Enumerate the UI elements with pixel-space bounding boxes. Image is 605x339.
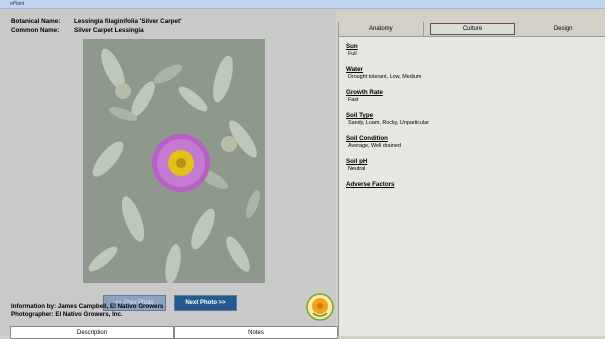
- credits: Information by: James Campbell, El Nativ…: [11, 303, 163, 319]
- plant-photo: [83, 39, 265, 283]
- soil-ph-field: Soil pH Neutral: [346, 158, 601, 173]
- water-field: Water Drought tolerant, Low, Medium: [346, 66, 601, 81]
- sun-label: Sun: [346, 43, 358, 50]
- plant-names: Botanical Name: Lessingia filaginifolia …: [11, 17, 182, 35]
- tab-description[interactable]: Description: [10, 326, 174, 339]
- plant-detail-panel: Botanical Name: Lessingia filaginifolia …: [0, 9, 338, 339]
- sun-field: Sun Full: [346, 43, 601, 58]
- soil-type-value: Sandy, Loam, Rocky, Unparticular: [348, 120, 429, 126]
- common-name-label: Common Name:: [11, 27, 60, 34]
- adverse-factors-field: Adverse Factors: [346, 181, 601, 189]
- growth-rate-value: Fast: [348, 97, 359, 103]
- sun-value: Full: [348, 51, 357, 57]
- window-title: ePlant: [10, 1, 25, 7]
- soil-condition-field: Soil Condition Average, Well drained: [346, 135, 601, 150]
- soil-ph-label: Soil pH: [346, 158, 368, 165]
- soil-condition-label: Soil Condition: [346, 135, 388, 142]
- attribute-tabs: Anatomy Culture Design: [339, 22, 605, 37]
- adverse-factors-label: Adverse Factors: [346, 181, 395, 188]
- attributes-panel: Anatomy Culture Design Sun Full Water Dr…: [338, 22, 605, 336]
- botanical-name-row: Botanical Name: Lessingia filaginifolia …: [11, 17, 182, 26]
- soil-ph-value: Neutral: [348, 166, 366, 172]
- common-name-value: Silver Carpet Lessingia: [74, 27, 144, 34]
- bottom-tab-bar: Description Notes: [10, 326, 338, 339]
- growth-rate-label: Growth Rate: [346, 89, 383, 96]
- info-by: Information by: James Campbell, El Nativ…: [11, 303, 164, 310]
- botanical-name-label: Botanical Name:: [11, 18, 61, 25]
- common-name-row: Common Name: Silver Carpet Lessingia: [11, 26, 182, 35]
- soil-type-field: Soil Type Sandy, Loam, Rocky, Unparticul…: [346, 112, 601, 127]
- soil-condition-value: Average, Well drained: [348, 143, 401, 149]
- water-label: Water: [346, 66, 363, 73]
- growth-rate-field: Growth Rate Fast: [346, 89, 601, 104]
- plant-photo-image: [83, 39, 265, 283]
- window-title-bar: ePlant: [0, 0, 605, 9]
- water-value: Drought tolerant, Low, Medium: [348, 74, 422, 80]
- tab-design[interactable]: Design: [521, 22, 605, 36]
- california-poppy-logo-icon: [306, 293, 334, 321]
- botanical-name-value: Lessingia filaginifolia 'Silver Carpet': [74, 18, 182, 25]
- next-photo-button[interactable]: Next Photo >>: [174, 295, 237, 311]
- tab-notes[interactable]: Notes: [174, 326, 338, 339]
- tab-anatomy[interactable]: Anatomy: [339, 22, 424, 36]
- tab-culture[interactable]: Culture: [429, 23, 516, 35]
- photographer: Photographer: El Nativo Growers, Inc.: [11, 311, 123, 318]
- culture-content: Sun Full Water Drought tolerant, Low, Me…: [346, 43, 601, 197]
- soil-type-label: Soil Type: [346, 112, 374, 119]
